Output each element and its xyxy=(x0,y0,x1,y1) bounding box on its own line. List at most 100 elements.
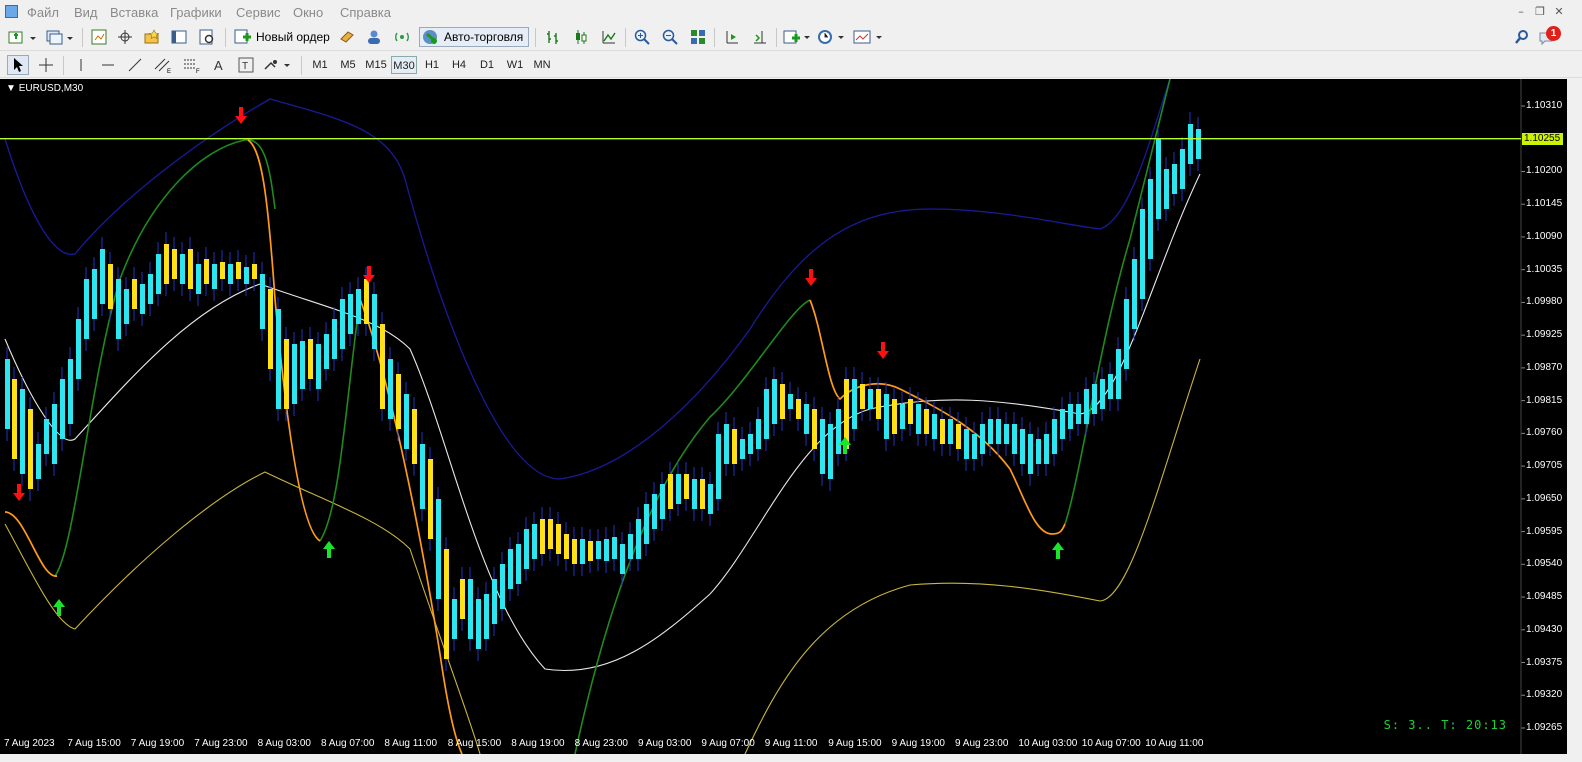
tile-windows-button[interactable] xyxy=(686,27,710,47)
autotrading-button[interactable]: Авто-торговля xyxy=(419,27,529,47)
candle-body xyxy=(724,424,729,464)
price-chart[interactable] xyxy=(0,79,1567,754)
menu-insert[interactable]: Вставка xyxy=(110,5,158,20)
chart-shift-button[interactable] xyxy=(748,27,772,47)
candle-body xyxy=(420,444,425,509)
candle-body xyxy=(460,579,465,619)
candle-body xyxy=(444,549,449,659)
minimize-icon[interactable]: – xyxy=(1514,5,1528,18)
middle-band-line xyxy=(4,173,1201,671)
time-axis-label: 8 Aug 07:00 xyxy=(321,738,375,749)
trendline-button[interactable] xyxy=(124,55,146,75)
vertical-line-icon xyxy=(80,59,82,71)
timeframe-h1[interactable]: H1 xyxy=(419,56,445,74)
auto-scroll-button[interactable] xyxy=(720,27,744,47)
timeframe-d1[interactable]: D1 xyxy=(474,56,500,74)
timeframe-m1[interactable]: M1 xyxy=(307,56,333,74)
restore-icon[interactable]: ❐ xyxy=(1533,5,1547,18)
zoom-in-button[interactable] xyxy=(630,27,654,47)
candle-body xyxy=(652,494,657,529)
timeframe-m30[interactable]: M30 xyxy=(391,56,417,74)
chart-window[interactable]: ▼ EURUSD,M30 S: 3.. T: 20:13 xyxy=(0,79,1567,754)
candle-body xyxy=(428,459,433,539)
indicators-button[interactable] xyxy=(782,27,812,47)
candle-body xyxy=(692,479,697,509)
standard-toolbar: Новый ордер Авто-торговля 1 xyxy=(0,24,1582,51)
svg-text:T: T xyxy=(242,61,248,72)
text-button[interactable]: A xyxy=(208,55,230,75)
symbol-text: EURUSD,M30 xyxy=(18,83,84,94)
favorites-button[interactable] xyxy=(141,27,163,47)
terminal-button[interactable] xyxy=(168,27,190,47)
candlestick-chart-button[interactable] xyxy=(569,27,593,47)
market-button[interactable] xyxy=(391,27,413,47)
candle-body xyxy=(300,341,305,389)
cursor-icon xyxy=(14,58,23,72)
lower-band-line xyxy=(4,358,1201,754)
shapes-icon xyxy=(264,60,290,70)
notifications-button[interactable]: 1 xyxy=(1537,26,1563,47)
line-chart-button[interactable] xyxy=(597,27,621,47)
price-axis-label: 1.09980 xyxy=(1526,296,1563,308)
text-label-button[interactable]: T xyxy=(235,55,257,75)
shapes-button[interactable] xyxy=(262,55,294,75)
price-axis-label: 1.09705 xyxy=(1526,460,1563,472)
timeframe-h4[interactable]: H4 xyxy=(446,56,472,74)
vertical-scrollbar[interactable] xyxy=(1567,79,1582,754)
profiles-button[interactable] xyxy=(44,27,76,47)
metaeditor-button[interactable] xyxy=(336,27,358,47)
candle-body xyxy=(412,409,417,464)
menu-window[interactable]: Окно xyxy=(293,5,323,20)
timeframe-mn[interactable]: MN xyxy=(529,56,555,74)
menu-help[interactable]: Справка xyxy=(340,5,391,20)
broadcast-icon xyxy=(395,32,409,42)
candle-body xyxy=(252,264,257,279)
candle-body xyxy=(700,479,705,509)
timeframe-m15[interactable]: M15 xyxy=(363,56,389,74)
candle-body xyxy=(236,262,241,279)
candle-body xyxy=(172,249,177,279)
menu-file[interactable]: Файл xyxy=(27,5,59,20)
timeframe-m5[interactable]: M5 xyxy=(335,56,361,74)
cursor-button[interactable] xyxy=(7,55,29,75)
candle-body xyxy=(452,599,457,639)
fibonacci-button[interactable]: F xyxy=(180,55,204,75)
search-button[interactable] xyxy=(1512,27,1532,47)
new-order-label: Новый ордер xyxy=(256,30,330,44)
market-watch-button[interactable] xyxy=(88,27,110,47)
time-axis-label: 8 Aug 23:00 xyxy=(574,738,628,749)
status-text: S: 3.. T: 20:13 xyxy=(1383,718,1507,732)
close-icon[interactable]: ✕ xyxy=(1552,5,1566,18)
new-chart-button[interactable] xyxy=(6,27,40,47)
menu-view[interactable]: Вид xyxy=(74,5,98,20)
candle-body xyxy=(308,339,313,379)
tester-button[interactable] xyxy=(196,27,218,47)
templates-button[interactable] xyxy=(852,27,886,47)
candle-body xyxy=(828,424,833,479)
sell-arrow xyxy=(235,107,247,124)
equidistant-channel-button[interactable]: E xyxy=(151,55,175,75)
new-order-button[interactable]: Новый ордер xyxy=(231,27,331,47)
signals-button[interactable] xyxy=(363,27,385,47)
vertical-line-button[interactable] xyxy=(70,55,92,75)
candle-body xyxy=(548,519,553,549)
crosshair-button[interactable] xyxy=(35,55,57,75)
horizontal-line-button[interactable] xyxy=(97,55,119,75)
candle-body xyxy=(436,499,441,599)
zoom-out-button[interactable] xyxy=(658,27,682,47)
periods-button[interactable] xyxy=(816,27,848,47)
navigator-button[interactable] xyxy=(114,27,136,47)
bar-chart-button[interactable] xyxy=(541,27,565,47)
candle-body xyxy=(196,264,201,294)
timeframe-w1[interactable]: W1 xyxy=(502,56,528,74)
candle-body xyxy=(884,394,889,439)
time-axis-label: 9 Aug 07:00 xyxy=(701,738,755,749)
candle-body xyxy=(332,319,337,359)
autotrading-label: Авто-торговля xyxy=(444,30,524,44)
menu-charts[interactable]: Графики xyxy=(170,5,222,20)
menu-tools[interactable]: Сервис xyxy=(236,5,281,20)
crosshair-icon xyxy=(39,58,53,72)
candle-body xyxy=(836,409,841,454)
notification-badge: 1 xyxy=(1546,26,1561,41)
candle-body xyxy=(740,439,745,459)
